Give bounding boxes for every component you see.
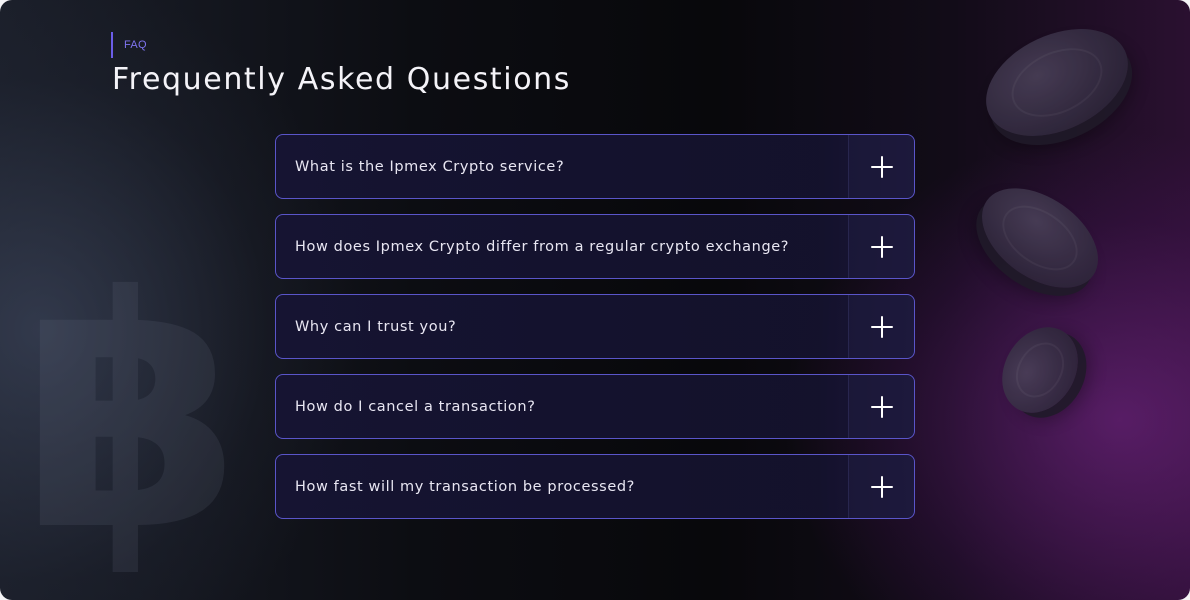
faq-question: How do I cancel a transaction?: [295, 398, 536, 415]
page-title: Frequently Asked Questions: [112, 62, 572, 97]
faq-item[interactable]: What is the Ipmex Crypto service?: [275, 134, 915, 199]
faq-item[interactable]: How do I cancel a transaction?: [275, 374, 915, 439]
expand-button[interactable]: [848, 215, 914, 278]
expand-button[interactable]: [848, 455, 914, 518]
faq-item[interactable]: How does Ipmex Crypto differ from a regu…: [275, 214, 915, 279]
faq-item[interactable]: How fast will my transaction be processe…: [275, 454, 915, 519]
faq-question: What is the Ipmex Crypto service?: [295, 158, 565, 175]
coin-decoration: [987, 313, 1093, 427]
faq-page: ฿ FAQ Frequently Asked Questions What is…: [0, 0, 1190, 600]
faq-question: Why can I trust you?: [295, 318, 457, 335]
plus-icon: [870, 315, 894, 339]
plus-icon: [870, 235, 894, 259]
plus-icon: [870, 475, 894, 499]
coin-decoration: [963, 167, 1117, 309]
bitcoin-symbol-decoration: ฿: [20, 229, 243, 600]
expand-button[interactable]: [848, 135, 914, 198]
coin-decoration: [968, 7, 1146, 158]
faq-item[interactable]: Why can I trust you?: [275, 294, 915, 359]
expand-button[interactable]: [848, 295, 914, 358]
plus-icon: [870, 395, 894, 419]
plus-icon: [870, 155, 894, 179]
section-eyebrow: FAQ: [111, 32, 147, 58]
faq-list: What is the Ipmex Crypto service? How do…: [275, 134, 915, 519]
faq-question: How fast will my transaction be processe…: [295, 478, 635, 495]
expand-button[interactable]: [848, 375, 914, 438]
faq-question: How does Ipmex Crypto differ from a regu…: [295, 238, 790, 255]
